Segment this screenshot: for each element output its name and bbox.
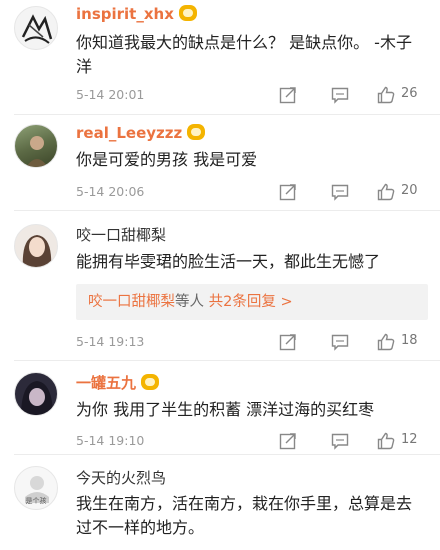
comment-item: 咬一口甜椰梨 能拥有毕雯珺的脸生活一天，都此生无憾了 咬一口甜椰梨等人 共2条回… bbox=[0, 212, 440, 362]
comment-text: 你知道我最大的缺点是什么？ 是缺点你。 -木子洋 bbox=[76, 33, 412, 76]
vip-crown-icon bbox=[141, 374, 160, 390]
username[interactable]: inspirit_xhx bbox=[76, 5, 197, 23]
avatar-caption: 是个孩 bbox=[25, 497, 47, 505]
reply-count[interactable]: 共2条回复 bbox=[209, 294, 276, 310]
comment-icon[interactable] bbox=[330, 431, 350, 451]
comment-text: 我生在南方，活在南方，栽在你手里，总算是去过不一样的地方。 bbox=[76, 494, 413, 537]
vip-crown-icon bbox=[178, 5, 197, 21]
divider bbox=[14, 454, 440, 455]
reply-user[interactable]: 咬一口甜椰梨 bbox=[88, 294, 175, 310]
username[interactable]: 一罐五九 bbox=[76, 374, 160, 392]
share-icon[interactable] bbox=[278, 332, 298, 352]
comment-icon[interactable] bbox=[330, 85, 350, 105]
comment-item: 是个孩 今天的火烈鸟 我生在南方，活在南方，栽在你手里，总算是去过不一样的地方。 bbox=[0, 456, 440, 550]
like-count: 26 bbox=[401, 86, 418, 101]
avatar[interactable] bbox=[14, 224, 58, 268]
share-icon[interactable] bbox=[278, 182, 298, 202]
comment-text: 你是可爱的男孩 我是可爱 bbox=[76, 150, 258, 169]
share-icon[interactable] bbox=[278, 85, 298, 105]
avatar[interactable]: 是个孩 bbox=[14, 466, 58, 510]
thumbs-up-icon[interactable] bbox=[376, 85, 396, 105]
like-count: 20 bbox=[401, 183, 418, 198]
avatar[interactable] bbox=[14, 6, 58, 50]
divider bbox=[14, 114, 440, 115]
timestamp: 5-14 19:13 bbox=[76, 334, 145, 349]
like-count: 18 bbox=[401, 333, 418, 348]
replies-preview[interactable]: 咬一口甜椰梨等人 共2条回复 > bbox=[76, 284, 428, 320]
vip-crown-icon bbox=[187, 124, 206, 140]
username-text[interactable]: real_Leeyzzz bbox=[76, 124, 182, 142]
comment-text: 为你 我用了半生的积蓄 漂洋过海的买红枣 bbox=[76, 400, 375, 419]
chevron-right-icon: > bbox=[280, 294, 293, 310]
username[interactable]: 今天的火烈鸟 bbox=[76, 469, 166, 487]
timestamp: 5-14 20:01 bbox=[76, 87, 145, 102]
comment-text: 能拥有毕雯珺的脸生活一天，都此生无憾了 bbox=[76, 252, 381, 271]
avatar[interactable] bbox=[14, 372, 58, 416]
share-icon[interactable] bbox=[278, 431, 298, 451]
like-count: 12 bbox=[401, 432, 418, 447]
reply-connector: 等人 bbox=[175, 294, 204, 310]
comment-actions: 20 bbox=[278, 182, 428, 202]
thumbs-up-icon[interactable] bbox=[376, 182, 396, 202]
comment-item: 一罐五九 为你 我用了半生的积蓄 漂洋过海的买红枣 5-14 19:10 12 bbox=[0, 362, 440, 456]
username[interactable]: 咬一口甜椰梨 bbox=[76, 226, 166, 244]
avatar[interactable] bbox=[14, 124, 58, 168]
username[interactable]: real_Leeyzzz bbox=[76, 124, 206, 142]
thumbs-up-icon[interactable] bbox=[376, 431, 396, 451]
thumbs-up-icon[interactable] bbox=[376, 332, 396, 352]
comment-icon[interactable] bbox=[330, 332, 350, 352]
timestamp: 5-14 19:10 bbox=[76, 433, 145, 448]
comment-item: real_Leeyzzz 你是可爱的男孩 我是可爱 5-14 20:06 20 bbox=[0, 116, 440, 212]
comment-item: inspirit_xhx 你知道我最大的缺点是什么？ 是缺点你。 -木子洋 5-… bbox=[0, 0, 440, 116]
timestamp: 5-14 20:06 bbox=[76, 184, 145, 199]
comment-actions: 26 bbox=[278, 85, 428, 105]
comment-icon[interactable] bbox=[330, 182, 350, 202]
username-text[interactable]: 一罐五九 bbox=[76, 374, 136, 392]
divider bbox=[14, 360, 440, 361]
comment-actions: 18 bbox=[278, 332, 428, 352]
comment-actions: 12 bbox=[278, 431, 428, 451]
username-text[interactable]: inspirit_xhx bbox=[76, 5, 174, 23]
divider bbox=[14, 210, 440, 211]
